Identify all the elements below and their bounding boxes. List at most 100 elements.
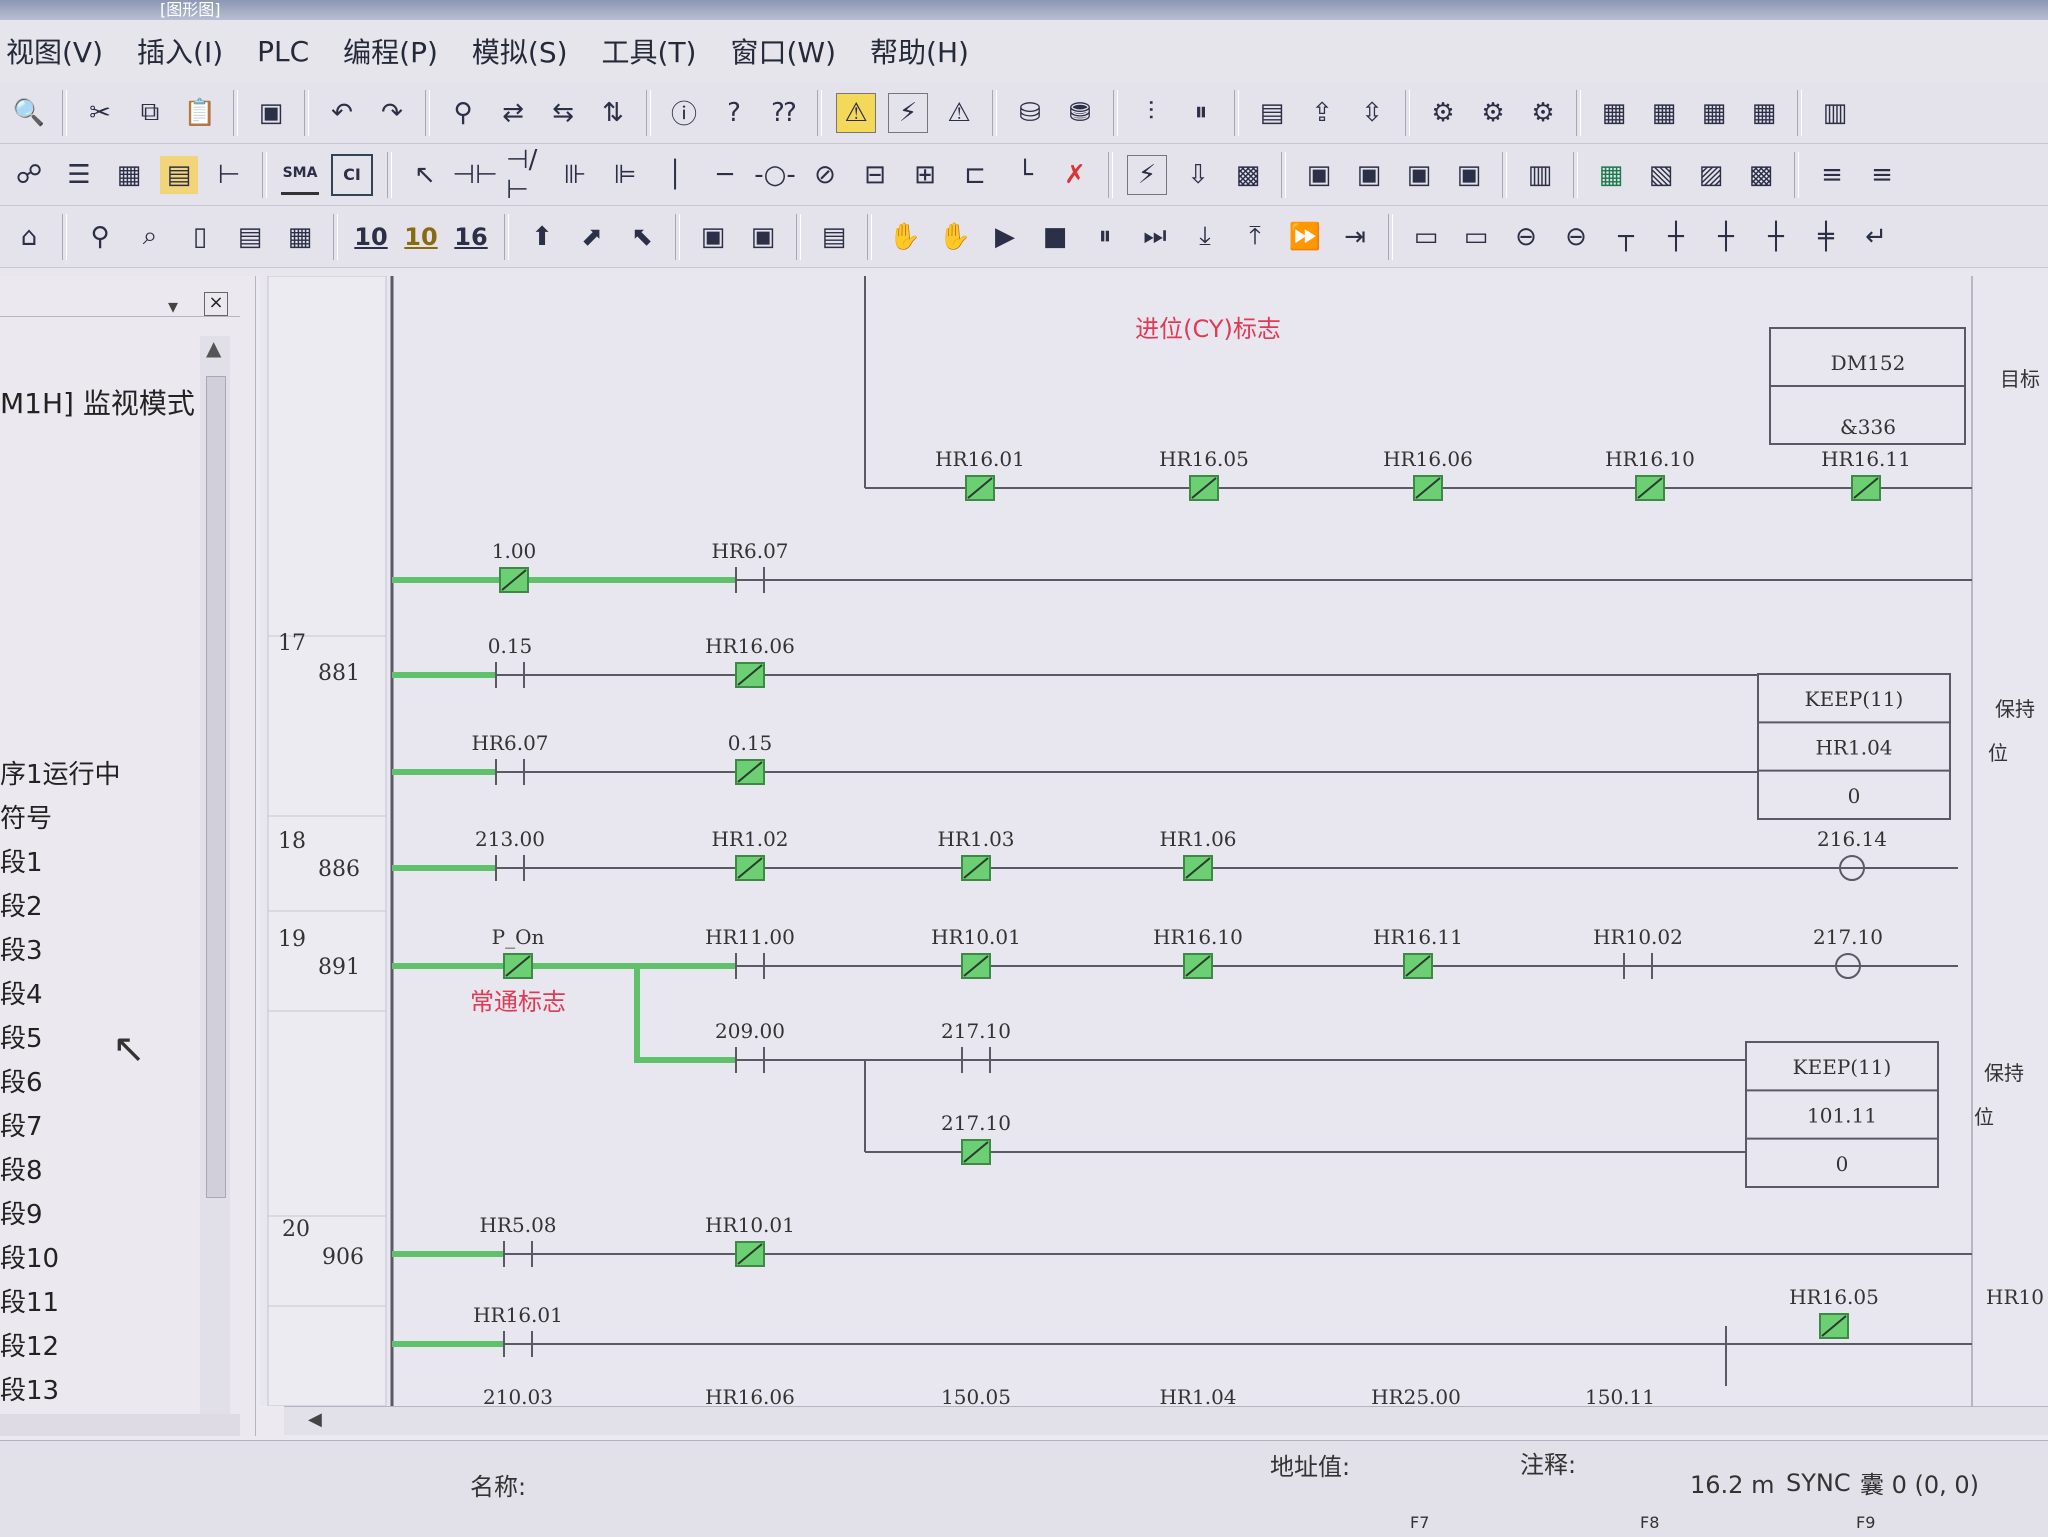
list-view-icon[interactable]: ▤	[815, 218, 853, 256]
tree-icon[interactable]: ⊢	[210, 156, 248, 194]
window-split-icon[interactable]: ▦	[1645, 94, 1683, 132]
branch-icon[interactable]: ⊏	[956, 156, 994, 194]
error-find-icon[interactable]: ⚠	[940, 94, 978, 132]
tree-d-icon[interactable]: ┼	[1757, 218, 1795, 256]
tree-item-section[interactable]: 段10	[0, 1238, 59, 1275]
contact-or-no-icon[interactable]: ⊪	[556, 156, 594, 194]
redo-icon[interactable]: ↷	[373, 94, 411, 132]
stop-icon[interactable]: ■	[1036, 218, 1074, 256]
upload-icon[interactable]: ⇪	[1303, 94, 1341, 132]
menu-program[interactable]: 编程(P)	[343, 31, 438, 71]
sma-icon[interactable]: SMA	[281, 154, 319, 195]
tree-item-section[interactable]: 段4	[0, 974, 43, 1011]
hr-icon[interactable]: ▦	[1592, 156, 1630, 194]
grid-view-icon[interactable]: ▦	[281, 218, 319, 256]
online-edit-icon[interactable]: ⚡	[1127, 154, 1167, 195]
menu-plc[interactable]: PLC	[257, 35, 309, 68]
ladder-horizontal-scrollbar[interactable]: ◀	[284, 1406, 2048, 1435]
network-icon[interactable]: ☍	[10, 156, 48, 194]
step-icon[interactable]: ⏭	[1136, 218, 1174, 256]
function-block-d-icon[interactable]: ⊖	[1557, 218, 1595, 256]
ladder-view-icon[interactable]: ▤	[160, 155, 198, 194]
stats-icon[interactable]: ▥	[1816, 94, 1854, 132]
tree-item-section[interactable]: 段9	[0, 1194, 43, 1231]
function-block-c-icon[interactable]: ⊖	[1507, 218, 1545, 256]
step-out-icon[interactable]: ⤒	[1236, 218, 1274, 256]
contact-nc-icon[interactable]: ⊣/⊢	[506, 145, 544, 205]
pause-sim-icon[interactable]: ⏸	[1086, 218, 1124, 256]
cross-reference-icon[interactable]: ⇆	[544, 94, 582, 132]
menu-window[interactable]: 窗口(W)	[730, 31, 836, 71]
transfer-icon[interactable]: ⛃	[1061, 94, 1099, 132]
tree-a-icon[interactable]: ┬	[1607, 218, 1645, 256]
print-preview-icon[interactable]: 🔍	[10, 94, 48, 132]
coil-icon[interactable]: -○-	[754, 156, 795, 194]
binoculars-icon[interactable]: ⚲	[81, 218, 119, 256]
pointer-c-icon[interactable]: ⬉	[623, 218, 661, 256]
play-icon[interactable]: ▶	[986, 218, 1024, 256]
contact-or-nc-icon[interactable]: ⊫	[606, 156, 644, 194]
tree-item-section[interactable]: 段8	[0, 1150, 43, 1187]
scroll-left-icon[interactable]: ◀	[308, 1409, 322, 1430]
function-block-b-icon[interactable]: ▭	[1457, 218, 1495, 256]
tree-item-running[interactable]: 序1运行中	[0, 754, 121, 791]
settings-icon[interactable]: ⚙	[1524, 94, 1562, 132]
select-pointer-icon[interactable]: ↖	[406, 156, 444, 194]
contact-no-icon[interactable]: ⊣⊢	[452, 156, 497, 194]
display-decimal-10-icon[interactable]: 10	[352, 218, 390, 256]
io-table-icon[interactable]: ⚙	[1474, 94, 1512, 132]
force-on-icon[interactable]: ▣	[1300, 156, 1338, 194]
window-cascade-icon[interactable]: ▦	[1745, 94, 1783, 132]
undo-icon[interactable]: ↶	[323, 94, 361, 132]
panel-scroll-thumb[interactable]	[206, 376, 226, 1198]
window-grid-icon[interactable]: ▦	[1695, 94, 1733, 132]
delete-icon[interactable]: ▣	[252, 94, 290, 132]
find-icon[interactable]: ⚲	[444, 94, 482, 132]
horizontal-line-icon[interactable]: ─	[706, 156, 744, 194]
menu-insert[interactable]: 插入(I)	[137, 31, 223, 71]
panel-horizontal-scrollbar[interactable]	[0, 1414, 240, 1436]
info-icon[interactable]: ⓘ	[665, 94, 703, 132]
run-to-icon[interactable]: ⇥	[1336, 218, 1374, 256]
list-icon[interactable]: ☰	[60, 156, 98, 194]
ci-icon[interactable]: CI	[331, 153, 373, 196]
tree-item-section[interactable]: 段5	[0, 1018, 43, 1055]
scroll-up-icon[interactable]: ▲	[206, 336, 221, 360]
memory-icon[interactable]: ⚙	[1424, 94, 1462, 132]
tree-item-section[interactable]: 段7	[0, 1106, 43, 1143]
paste-icon[interactable]: 📋	[181, 94, 219, 132]
context-help-icon[interactable]: ⁇	[765, 94, 803, 132]
time-chart-icon[interactable]: ▨	[1692, 156, 1730, 194]
close-icon[interactable]: ×	[204, 292, 228, 316]
menu-help[interactable]: 帮助(H)	[870, 31, 969, 71]
window-layout-icon[interactable]: ▦	[1595, 94, 1633, 132]
copy-icon[interactable]: ⧉	[131, 94, 169, 132]
menu-tools[interactable]: 工具(T)	[602, 31, 697, 71]
tree-item-symbols[interactable]: 符号	[0, 798, 52, 835]
function-block-a-icon[interactable]: ▭	[1407, 218, 1445, 256]
tree-b-icon[interactable]: ┼	[1657, 218, 1695, 256]
address-reference-icon[interactable]: ⇅	[594, 94, 632, 132]
instruction-2-icon[interactable]: ⊞	[906, 156, 944, 194]
symbols-icon[interactable]: ▦	[110, 156, 148, 194]
bookmark-icon[interactable]: ▯	[181, 218, 219, 256]
coil-nc-icon[interactable]: ⊘	[806, 156, 844, 194]
memory-view-icon[interactable]: ▤	[231, 218, 269, 256]
window-a-icon[interactable]: ▣	[694, 218, 732, 256]
return-icon[interactable]: ↵	[1857, 218, 1895, 256]
home-icon[interactable]: ⌂	[10, 218, 48, 256]
compare-icon[interactable]: ⇳	[1353, 94, 1391, 132]
tool-b-icon[interactable]: ≡	[1863, 156, 1901, 194]
window-b-icon[interactable]: ▣	[744, 218, 782, 256]
tree-item-section[interactable]: 段3	[0, 930, 43, 967]
tool-a-icon[interactable]: ≡	[1813, 156, 1851, 194]
replace-icon[interactable]: ⇄	[494, 94, 532, 132]
data-monitor-icon[interactable]: ▧	[1642, 156, 1680, 194]
reset-icon[interactable]: ▣	[1450, 156, 1488, 194]
search-address-icon[interactable]: ⌕	[131, 218, 169, 256]
display-bcd-10-icon[interactable]: 10	[402, 218, 440, 256]
run-mode-icon[interactable]: ⫶	[1132, 94, 1170, 132]
pointer-b-icon[interactable]: ⬈	[573, 218, 611, 256]
tree-item-section[interactable]: 段13	[0, 1370, 59, 1407]
pointer-a-icon[interactable]: ⬆	[523, 218, 561, 256]
